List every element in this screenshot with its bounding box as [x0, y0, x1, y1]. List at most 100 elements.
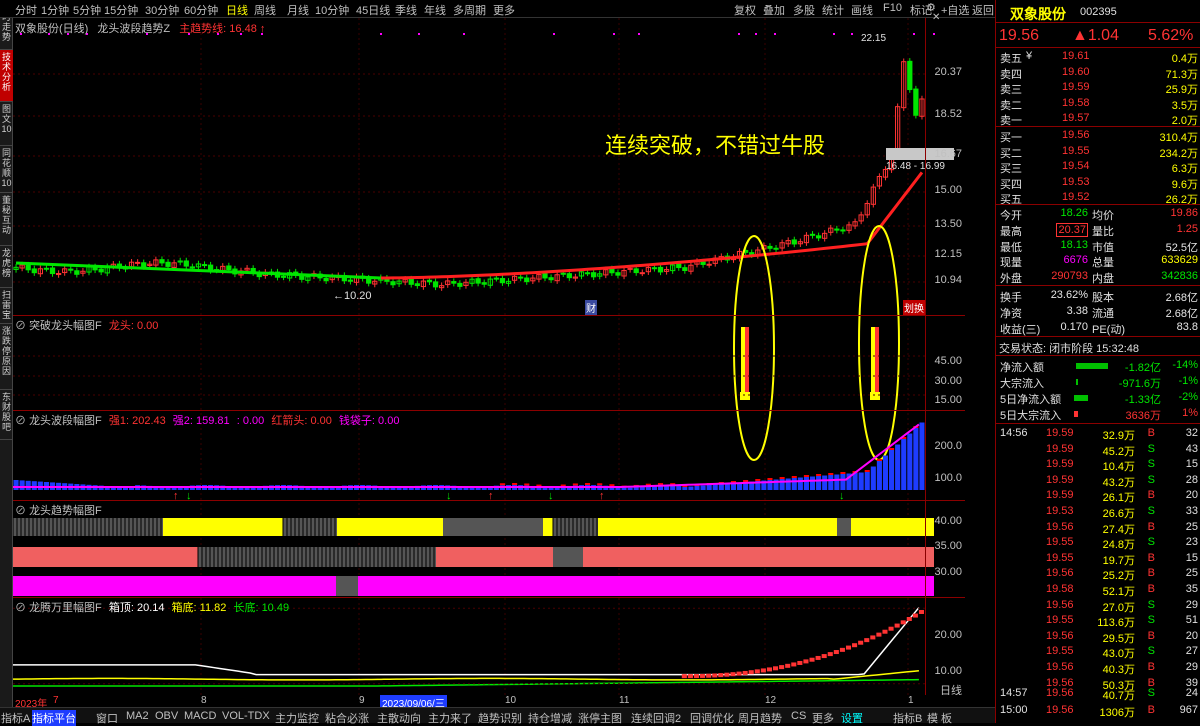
close-pane5-icon[interactable]: ⊘	[15, 602, 26, 614]
tick-row[interactable]: 19.59 10.4万 S 15	[996, 457, 1200, 473]
indicator-tab-7[interactable]: 主力监控	[275, 710, 319, 726]
period-tab-1[interactable]: 1分钟	[41, 2, 69, 18]
tick-volume: 40.3万	[1102, 664, 1135, 676]
quote-panel: 双象股份 002395 19.56 ▲1.04 5.62% 卖五 ¥19.61 0.…	[995, 0, 1200, 723]
tool-0[interactable]: 复权	[734, 2, 756, 18]
leftnav-tab-6[interactable]: 扫雷宝	[0, 288, 13, 324]
indicator-tab-8[interactable]: 粘合必涨	[325, 710, 369, 726]
self-select-button[interactable]: +自选	[941, 2, 969, 18]
period-tab-14[interactable]: 更多	[493, 2, 515, 18]
indicator-tab-3[interactable]: MA2	[126, 710, 149, 722]
period-tab-10[interactable]: 45日线	[356, 2, 390, 18]
tick-row[interactable]: 19.56 25.2万 B 25	[996, 566, 1200, 582]
candle-body	[159, 259, 165, 264]
pane4-indicator-name[interactable]: 龙头趋势幅图F	[29, 505, 102, 517]
leftnav-tab-5[interactable]: 龙虎榜	[0, 246, 13, 288]
close-pane4-icon[interactable]: ⊘	[15, 505, 26, 517]
tick-row[interactable]: 14:56 19.59 32.9万 B 32	[996, 426, 1200, 442]
indicator-tab-2[interactable]: 窗口	[96, 710, 118, 726]
tick-row[interactable]: 19.56 40.3万 B 29	[996, 660, 1200, 676]
candle-body	[518, 276, 524, 279]
exchange-marker[interactable]: 划换	[903, 300, 925, 315]
indicator-tab-1[interactable]: 指标平台	[32, 710, 76, 726]
price-mark	[882, 629, 888, 634]
period-tab-7[interactable]: 周线	[254, 2, 276, 18]
indicator-tab-14[interactable]: 连续回调2	[631, 710, 681, 726]
axis-tick: 35.00	[934, 540, 962, 552]
indicator-tab-9[interactable]: 主散动向	[377, 710, 421, 726]
chart-area[interactable]: ↑ ↓ ↓ ↑ ↓ ↑ ↓ 双象股份(日线) 龙头波段趋势Z 主趋势线: 16.48 ↑ 连…	[13, 18, 965, 697]
indicator-tab-4[interactable]: OBV	[155, 710, 178, 722]
tick-row[interactable]: 19.56 27.4万 B 25	[996, 520, 1200, 536]
close-pane2-icon[interactable]: ⊘	[15, 320, 26, 332]
leftnav-tab-2[interactable]: 图文10	[0, 102, 13, 146]
indicator-right-1[interactable]: 模	[927, 710, 938, 726]
period-tab-11[interactable]: 季线	[395, 2, 417, 18]
tick-row[interactable]: 19.55 19.7万 B 15	[996, 551, 1200, 567]
strength-cap	[840, 472, 846, 474]
tick-row[interactable]: 19.56 27.0万 S 29	[996, 598, 1200, 614]
low-price-label: ←10.20	[333, 290, 372, 302]
leftnav-tab-1[interactable]: 技术分析	[0, 50, 13, 102]
pane2-indicator-name[interactable]: 突破龙头幅图F	[29, 320, 102, 332]
period-tab-4[interactable]: 30分钟	[145, 2, 179, 18]
indicator-tab-6[interactable]: VOL-TDX	[222, 710, 270, 722]
tick-row[interactable]: 19.55 24.8万 S 23	[996, 535, 1200, 551]
period-tab-8[interactable]: 月线	[287, 2, 309, 18]
close-pane3-icon[interactable]: ⊘	[15, 415, 26, 427]
leftnav-tab-8[interactable]: 东财股吧	[0, 390, 13, 440]
pane3-indicator-name[interactable]: 龙头波段幅图F	[29, 415, 102, 427]
period-tab-3[interactable]: 15分钟	[104, 2, 138, 18]
bid-price: 19.56	[1062, 129, 1090, 141]
period-tab-0[interactable]: 分时	[15, 2, 37, 18]
tick-row[interactable]: 19.53 26.6万 S 33	[996, 504, 1200, 520]
pane3-axis: 200.0 100.0	[925, 410, 965, 500]
tool-1[interactable]: 叠加	[763, 2, 785, 18]
chart-canvas[interactable]: ↑ ↓ ↓ ↑ ↓ ↑ ↓	[13, 18, 965, 695]
main-indicator-name[interactable]: 龙头波段趋势Z	[97, 23, 170, 35]
indicator-tab-12[interactable]: 持仓增减	[528, 710, 572, 726]
period-tab-2[interactable]: 5分钟	[73, 2, 101, 18]
indicator-right-0[interactable]: 指标B	[893, 710, 922, 726]
indicator-tab-15[interactable]: 回调优化	[690, 710, 734, 726]
leftnav-tab-7[interactable]: 涨跌停原因	[0, 324, 13, 390]
finance-marker[interactable]: 财	[585, 300, 597, 315]
tick-row[interactable]: 19.59 45.2万 S 43	[996, 442, 1200, 458]
indicator-tab-19[interactable]: 设置	[841, 710, 863, 726]
indicator-tab-13[interactable]: 涨停主图	[578, 710, 622, 726]
tick-row[interactable]: 19.55 113.6万 S 51	[996, 613, 1200, 629]
tool-2[interactable]: 多股	[793, 2, 815, 18]
indicator-tab-17[interactable]: CS	[791, 710, 806, 722]
period-tab-13[interactable]: 多周期	[453, 2, 486, 18]
indicator-tab-11[interactable]: 趋势识别	[478, 710, 522, 726]
indicator-tab-16[interactable]: 周月趋势	[738, 710, 782, 726]
tick-row[interactable]: 14:57 19.56 40.7万 S 24	[996, 686, 1200, 702]
pane5-indicator-name[interactable]: 龙腾万里幅图F	[29, 602, 102, 614]
indicator-tab-10[interactable]: 主力来了	[428, 710, 472, 726]
indicator-tab-18[interactable]: 更多	[812, 710, 834, 726]
tool-4[interactable]: 画线	[851, 2, 873, 18]
indicator-tab-5[interactable]: MACD	[184, 710, 216, 722]
leftnav-tab-3[interactable]: 同花顺10	[0, 146, 13, 193]
stat-label: 净资	[1000, 308, 1022, 320]
period-tab-12[interactable]: 年线	[424, 2, 446, 18]
tick-row[interactable]: 19.59 26.1万 B 20	[996, 488, 1200, 504]
tick-row[interactable]: 19.55 43.0万 S 27	[996, 644, 1200, 660]
period-tab-9[interactable]: 10分钟	[315, 2, 349, 18]
back-button[interactable]: 返回	[972, 2, 994, 18]
tool-5[interactable]: F10	[883, 2, 902, 14]
indicator-tab-0[interactable]: 指标A	[1, 710, 30, 726]
indicator-right-2[interactable]: 板	[941, 710, 952, 726]
tick-price: 19.55	[1046, 536, 1074, 549]
period-tab-6[interactable]: 日线	[226, 2, 248, 18]
candle-body	[43, 267, 50, 270]
tool-3[interactable]: 统计	[822, 2, 844, 18]
tick-row[interactable]: 19.58 52.1万 B 35	[996, 582, 1200, 598]
tick-row[interactable]: 15:00 19.56 1306万 B 967	[996, 703, 1200, 719]
leftnav-tab-4[interactable]: 董秘互动	[0, 193, 13, 246]
period-tab-5[interactable]: 60分钟	[184, 2, 218, 18]
signal-dot	[774, 33, 776, 35]
tick-row[interactable]: 19.59 43.2万 S 28	[996, 473, 1200, 489]
tick-row[interactable]: 19.56 29.5万 B 20	[996, 629, 1200, 645]
axis-tick: 45.00	[934, 355, 962, 367]
